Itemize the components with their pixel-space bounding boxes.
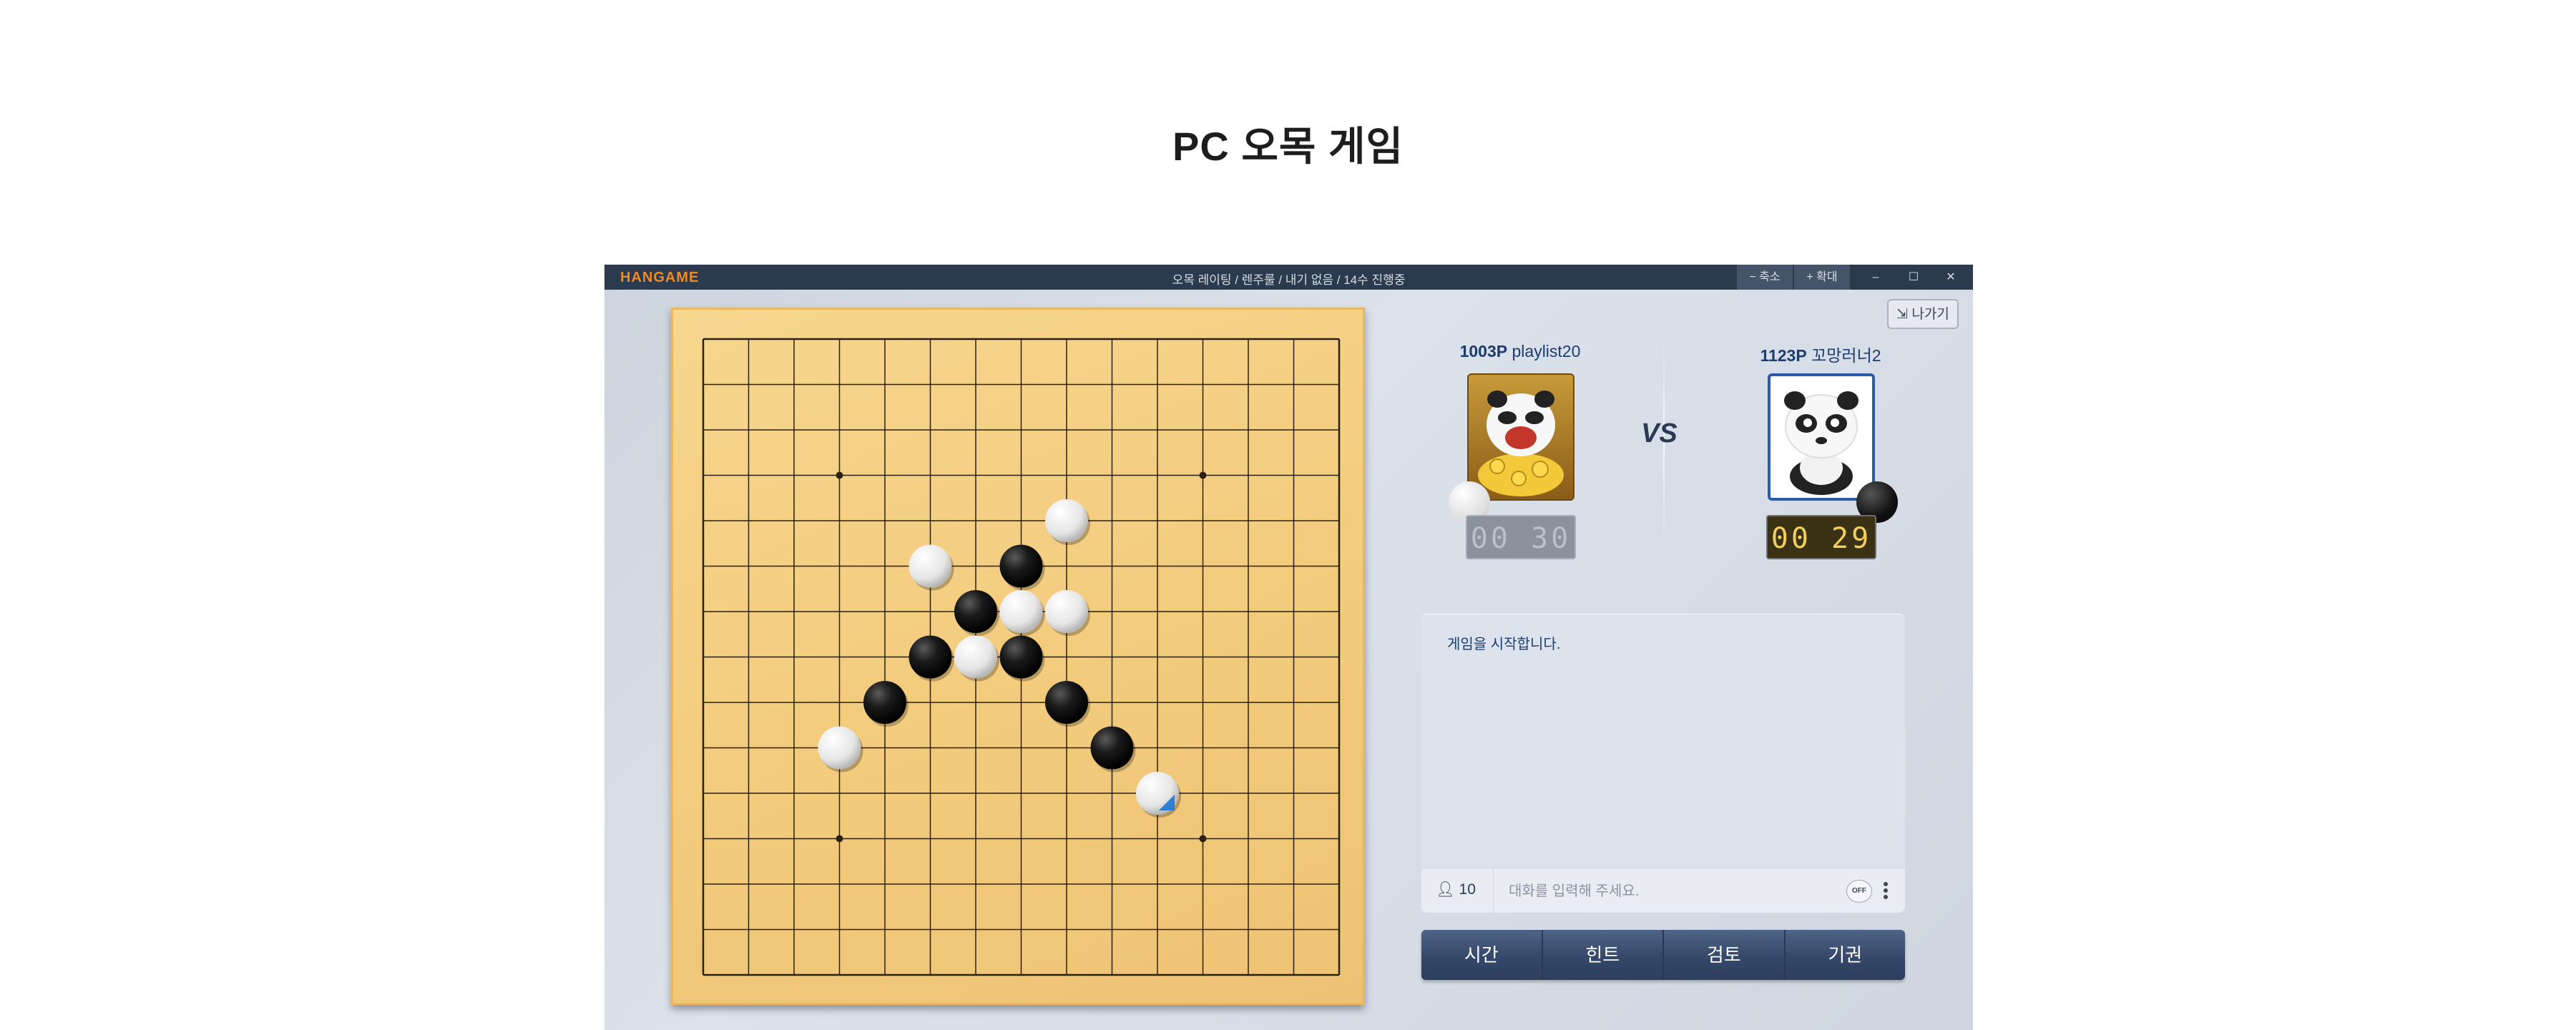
action-bar: 시간 힌트 검토 기권 bbox=[1421, 930, 1905, 980]
shrink-button[interactable]: − 축소 bbox=[1737, 265, 1793, 290]
star-point bbox=[1199, 471, 1207, 479]
white-stone bbox=[999, 590, 1043, 633]
resign-button[interactable]: 기권 bbox=[1785, 930, 1905, 980]
left-timer: 00 30 bbox=[1466, 515, 1576, 559]
page-title: PC 오목 게임 bbox=[1172, 124, 1404, 169]
star-point bbox=[836, 471, 843, 479]
white-stone bbox=[1045, 499, 1088, 542]
white-stone bbox=[818, 726, 861, 770]
chat-message: 게임을 시작합니다. bbox=[1447, 637, 1561, 652]
black-stone bbox=[1090, 726, 1134, 770]
star-point bbox=[1199, 835, 1207, 843]
star-point bbox=[836, 835, 843, 843]
right-timer: 00 29 bbox=[1766, 515, 1876, 559]
more-options-icon[interactable] bbox=[1882, 880, 1889, 903]
panda-icon bbox=[1784, 391, 1858, 495]
black-stone bbox=[954, 590, 997, 633]
black-stone bbox=[999, 544, 1043, 588]
white-stone bbox=[954, 635, 997, 679]
review-button[interactable]: 검토 bbox=[1664, 930, 1786, 980]
vs-label: VS bbox=[1641, 418, 1678, 448]
hint-button[interactable]: 힌트 bbox=[1542, 930, 1664, 980]
white-stone bbox=[1045, 590, 1088, 633]
black-stone bbox=[999, 635, 1043, 679]
avatar-left[interactable] bbox=[1467, 373, 1575, 501]
board-grid[interactable] bbox=[671, 308, 1365, 1005]
title-bar[interactable]: HANGAME 오목 레이팅 / 렌주룰 / 내기 없음 / 14수 진행중 −… bbox=[604, 265, 1973, 290]
player-panel: 1003P playlist20 00 30 VS 1123P 꼬망러너2 00… bbox=[1420, 308, 1921, 559]
close-icon[interactable]: ✕ bbox=[1933, 265, 1969, 290]
black-stone bbox=[1045, 681, 1088, 724]
omok-board[interactable] bbox=[671, 308, 1365, 1005]
chat-input[interactable] bbox=[1507, 877, 1839, 906]
avatar-right[interactable] bbox=[1768, 373, 1875, 501]
black-stone bbox=[863, 681, 906, 724]
user-count[interactable]: 👤︎ 10 bbox=[1436, 881, 1476, 898]
input-separator bbox=[1493, 868, 1494, 913]
game-window: HANGAME 오목 레이팅 / 렌주룰 / 내기 없음 / 14수 진행중 −… bbox=[604, 265, 1973, 1030]
black-stone bbox=[909, 635, 952, 679]
chat-panel: 게임을 시작합니다. 👤︎ 10 OFF bbox=[1421, 614, 1905, 913]
panda-gold-icon bbox=[1478, 391, 1564, 496]
user-icon: 👤︎ bbox=[1436, 881, 1455, 898]
chat-off-toggle[interactable]: OFF bbox=[1846, 880, 1872, 903]
right-player-name: 1123P 꼬망러너2 bbox=[1760, 346, 1881, 365]
chat-input-row: 👤︎ 10 OFF bbox=[1421, 868, 1905, 913]
time-button[interactable]: 시간 bbox=[1421, 930, 1543, 980]
minimize-icon[interactable]: – bbox=[1858, 265, 1894, 290]
white-stone bbox=[909, 544, 952, 588]
left-player-name: 1003P playlist20 bbox=[1459, 342, 1581, 360]
enlarge-button[interactable]: + 확대 bbox=[1794, 265, 1850, 290]
restore-icon[interactable]: ☐ bbox=[1896, 265, 1931, 290]
